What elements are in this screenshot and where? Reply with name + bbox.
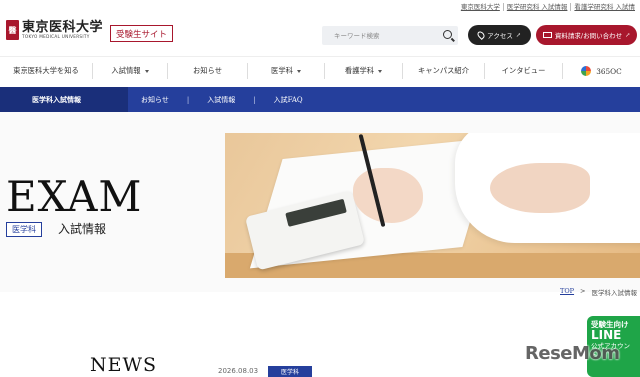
nav-item-campus[interactable]: キャンパス紹介 — [402, 63, 484, 79]
chevron-down-icon — [378, 69, 383, 73]
breadcrumb-current: 医学科入試情報 — [591, 289, 638, 297]
subnav-link-faq[interactable]: 入試FAQ — [274, 95, 303, 105]
external-link-icon: ↗ — [515, 31, 521, 39]
nav-label: 看護学科 — [344, 66, 375, 75]
search-icon[interactable] — [443, 30, 452, 39]
nav-item-nursing[interactable]: 看護学科 — [324, 63, 402, 79]
breadcrumb-separator: > — [580, 287, 586, 295]
nav-item-admissions[interactable]: 入試情報 — [92, 63, 167, 79]
utility-link-graduate-medicine[interactable]: 医学研究科 入試情報 — [502, 3, 571, 11]
line-banner-line2: LINE — [591, 328, 622, 342]
request-materials-button[interactable]: 資料請求/お問い合わせ ↗ — [536, 25, 637, 45]
nav-item-medicine[interactable]: 医学科 — [247, 63, 324, 79]
logo-japanese-name: 東京医科大学 — [22, 19, 104, 35]
university-logo[interactable]: 醫 東京医科大学 TOKYO MEDICAL UNIVERSITY — [6, 20, 103, 40]
nav-label: 医学科 — [271, 66, 293, 75]
nav-label: インタビュー — [501, 66, 546, 75]
map-pin-icon — [476, 30, 487, 40]
nav-label: 入試情報 — [111, 66, 141, 75]
request-button-label: 資料請求/お問い合わせ — [554, 32, 623, 40]
365oc-logo-icon — [581, 66, 592, 76]
crest-icon: 醫 — [6, 20, 19, 40]
news-item-date: 2026.08.03 — [218, 367, 259, 375]
search-box — [322, 26, 458, 45]
nav-item-365oc[interactable]: 365OC — [562, 63, 640, 79]
search-input[interactable] — [322, 31, 432, 40]
main-navigation: 東京医科大学を知る 入試情報 お知らせ 医学科 看護学科 キャンパス紹介 インタ… — [0, 56, 640, 84]
external-link-icon: ↗ — [625, 31, 631, 39]
nav-item-about[interactable]: 東京医科大学を知る — [0, 63, 92, 79]
utility-links: 東京医科大学 医学研究科 入試情報 看護学研究科 入試情 — [458, 3, 638, 11]
sub-navigation: 医学科入試情報 お知らせ | 入試情報 | 入試FAQ — [0, 87, 640, 112]
nav-item-news[interactable]: お知らせ — [167, 63, 247, 79]
nav-label: 365OC — [596, 66, 622, 76]
news-section-title: NEWS — [90, 354, 158, 376]
chevron-down-icon — [296, 69, 301, 73]
access-button[interactable]: アクセス ↗ — [468, 25, 531, 45]
applicant-site-badge: 受験生サイト — [110, 25, 174, 42]
breadcrumb: TOP > 医学科入試情報 — [560, 287, 637, 297]
separator: | — [253, 95, 256, 104]
resemom-watermark: ReseMom — [525, 343, 620, 364]
nav-label: キャンパス紹介 — [417, 66, 470, 75]
access-button-label: アクセス — [487, 32, 513, 40]
nav-label: お知らせ — [192, 66, 223, 75]
hero-photo-exam-writing — [225, 133, 640, 278]
nav-item-interview[interactable]: インタビュー — [484, 63, 562, 79]
subnav-link-news[interactable]: お知らせ — [141, 95, 169, 105]
subnav-active-medicine-admissions[interactable]: 医学科入試情報 — [0, 87, 128, 112]
nav-label: 東京医科大学を知る — [13, 66, 79, 75]
department-badge: 医学科 — [6, 222, 42, 237]
separator: | — [186, 95, 190, 104]
chevron-down-icon — [144, 69, 149, 73]
news-item-category-tag: 医学科 — [268, 366, 312, 377]
mail-icon — [542, 32, 552, 38]
hero-title: EXAM — [6, 172, 143, 221]
utility-link-university[interactable]: 東京医科大学 — [458, 3, 503, 11]
hero-subtitle: 入試情報 — [58, 222, 107, 236]
utility-link-graduate-nursing[interactable]: 看護学研究科 入試情 — [570, 3, 638, 11]
breadcrumb-home-link[interactable]: TOP — [560, 287, 574, 297]
subnav-link-admissions[interactable]: 入試情報 — [207, 95, 235, 105]
